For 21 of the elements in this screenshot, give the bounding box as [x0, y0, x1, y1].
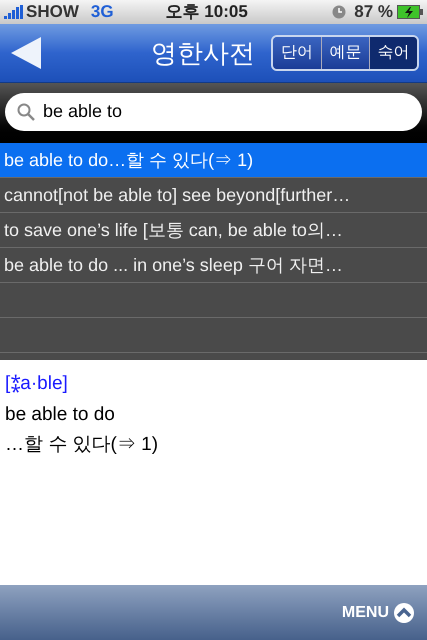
- carrier-name: SHOW: [26, 1, 79, 24]
- headword: [⁑a·ble]: [5, 372, 69, 396]
- menu-button[interactable]: MENU: [342, 600, 415, 624]
- segment-tab[interactable]: 예문: [321, 37, 369, 69]
- chevron-up-icon: [393, 602, 415, 624]
- battery-percent: 87 %: [354, 1, 393, 24]
- network-type: 3G: [90, 1, 114, 24]
- search-field[interactable]: be able to: [5, 92, 422, 130]
- segment-tab[interactable]: 단어: [273, 37, 321, 69]
- result-row[interactable]: be able to do…할 수 있다(⇒ 1): [0, 143, 427, 178]
- clock-icon: [332, 5, 346, 19]
- screen-title: 영한사전: [151, 36, 255, 70]
- segment-tab[interactable]: 숙어: [369, 37, 417, 69]
- result-row[interactable]: cannot[not be able to] see beyond[further…: [0, 178, 427, 213]
- idiom-meaning: …할 수 있다(⇒ 1): [5, 433, 160, 457]
- status-time: 오후 10:05: [166, 1, 248, 24]
- battery-icon: [397, 5, 423, 19]
- result-row[interactable]: to save one’s life [보통 can, be able to의…: [0, 213, 427, 248]
- idiom-phrase: be able to do: [5, 402, 116, 426]
- signal-icon: [4, 5, 24, 19]
- result-row[interactable]: be able to do ... in one’s sleep 구어 자면…: [0, 248, 427, 283]
